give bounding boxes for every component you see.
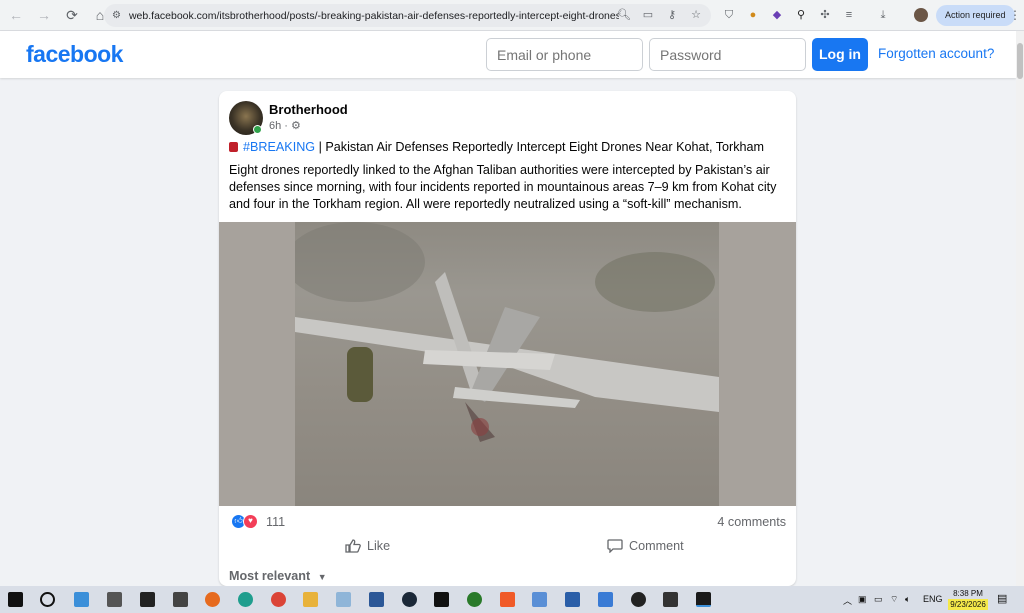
page-scrollbar[interactable] (1016, 31, 1024, 586)
nvidia-icon[interactable] (696, 592, 711, 607)
comment-bubble-icon (607, 539, 623, 553)
badge-extension-icon[interactable]: ◆ (770, 7, 784, 23)
post-image[interactable] (219, 222, 796, 506)
post-time[interactable]: 6h (269, 120, 281, 132)
facebook-header: facebook Log in Forgotten account? (0, 31, 1016, 78)
word-icon[interactable] (369, 592, 384, 607)
headline-text: | Pakistan Air Defenses Reportedly Inter… (315, 140, 765, 154)
language-indicator[interactable]: ENG (923, 594, 943, 604)
action-required-button[interactable]: Action required (936, 5, 1015, 26)
tray-app-icon[interactable]: ▣ (858, 594, 867, 605)
back-icon[interactable]: ← (4, 3, 28, 27)
post-card: Brotherhood 6h · ⚙ #BREAKING | Pakistan … (219, 91, 796, 586)
profile-avatar[interactable] (914, 8, 928, 22)
thumbs-up-icon (345, 539, 361, 553)
flag-emoji-icon (229, 142, 238, 152)
like-button[interactable]: Like (345, 539, 390, 553)
download-icon[interactable]: ⤓ (876, 7, 890, 23)
brave-icon[interactable] (500, 592, 515, 607)
password-icon[interactable]: ⚷ (665, 8, 679, 22)
menu-dots-icon[interactable]: ⋮ (1009, 8, 1021, 22)
puzzle-extensions-icon[interactable]: ✣ (818, 7, 832, 23)
app-icon-dark[interactable] (663, 592, 678, 607)
chrome-icon[interactable] (271, 592, 286, 607)
steam-icon[interactable] (402, 592, 417, 607)
settings-icon[interactable] (107, 592, 122, 607)
notification-icon[interactable]: ▤ (997, 592, 1007, 605)
color-extension-icon[interactable]: ● (746, 7, 760, 23)
reaction-count[interactable]: 111 (266, 515, 285, 529)
forgot-account-link[interactable]: Forgotten account? (878, 46, 994, 61)
reactions-summary[interactable]: 👍︎ ♥ 111 (231, 514, 285, 529)
terminal-icon[interactable] (140, 592, 155, 607)
most-relevant-label: Most relevant (229, 569, 311, 583)
login-button[interactable]: Log in (812, 38, 868, 71)
love-reaction-icon: ♥ (243, 514, 258, 529)
windows-start-icon[interactable] (8, 592, 23, 607)
bitwarden-icon[interactable] (565, 592, 580, 607)
comment-button[interactable]: Comment (607, 539, 684, 553)
drone-wreckage-photo (295, 222, 719, 506)
battery-icon[interactable]: ▭ (874, 594, 883, 605)
url-text[interactable]: web.facebook.com/itsbrotherhood/posts/-b… (129, 10, 619, 22)
post-body: Eight drones reportedly linked to the Af… (229, 163, 777, 211)
online-indicator (253, 125, 262, 134)
email-field[interactable] (486, 38, 643, 71)
app-icon[interactable] (336, 592, 351, 607)
edge-icon[interactable] (238, 592, 253, 607)
browser-toolbar: ← → ⟳ ⌂ ⚙ web.facebook.com/itsbrotherhoo… (0, 0, 1024, 31)
like-label: Like (367, 539, 391, 553)
tab-search-icon[interactable]: ≡ (842, 7, 856, 23)
comments-count[interactable]: 4 comments (717, 515, 786, 529)
github-icon[interactable] (631, 592, 646, 607)
volume-icon[interactable]: 🔈︎ (905, 594, 910, 605)
password-field[interactable] (649, 38, 806, 71)
vscode-icon[interactable] (532, 592, 547, 607)
windows-taskbar: ︿ ▣ ▭ ⌔ 🔈︎ ENG ▤ (0, 586, 1024, 613)
scrollbar-thumb[interactable] (1017, 43, 1023, 79)
drone-app-icon[interactable] (173, 592, 188, 607)
address-bar[interactable]: ⚙ web.facebook.com/itsbrotherhood/posts/… (104, 4, 711, 27)
drone-illustration (295, 222, 719, 442)
taskbar-clock[interactable]: 8:38 PM 9/23/2026 (946, 588, 990, 610)
shield-extension-icon[interactable]: ⛉ (722, 7, 736, 23)
forward-icon[interactable]: → (32, 3, 56, 27)
epic-games-icon[interactable] (434, 592, 449, 607)
cast-icon[interactable]: ▭ (641, 8, 655, 22)
bookmark-star-icon[interactable]: ☆ (689, 8, 703, 22)
xbox-icon[interactable] (467, 592, 482, 607)
gear-icon: ⚙ (291, 120, 301, 132)
zoom-icon[interactable]: 🔍︎ (617, 8, 631, 22)
post-headline: #BREAKING | Pakistan Air Defenses Report… (229, 140, 764, 154)
page-name[interactable]: Brotherhood (269, 102, 348, 117)
search-icon[interactable] (40, 592, 55, 607)
comment-label: Comment (629, 539, 684, 553)
network-app-icon[interactable] (598, 592, 613, 607)
firefox-icon[interactable] (205, 592, 220, 607)
wifi-icon[interactable]: ⌔ (890, 594, 898, 605)
person-extension-icon[interactable]: ⚲ (794, 7, 808, 23)
clock-date: 9/23/2026 (948, 599, 988, 610)
reload-icon[interactable]: ⟳ (60, 3, 84, 27)
post-actions: Like Comment (229, 537, 786, 559)
sort-comments-dropdown[interactable]: Most relevant ▼ (229, 569, 327, 583)
facebook-logo[interactable]: facebook (26, 41, 123, 68)
hashtag-link[interactable]: #BREAKING (243, 140, 315, 154)
clock-time: 8:38 PM (953, 589, 983, 598)
task-view-icon[interactable] (74, 592, 89, 607)
site-info-icon[interactable]: ⚙ (112, 10, 121, 21)
tray-chevron-icon[interactable]: ︿ (843, 594, 852, 607)
post-meta: 6h · ⚙ (269, 120, 301, 132)
file-explorer-icon[interactable] (303, 592, 318, 607)
chevron-down-icon: ▼ (317, 572, 327, 582)
